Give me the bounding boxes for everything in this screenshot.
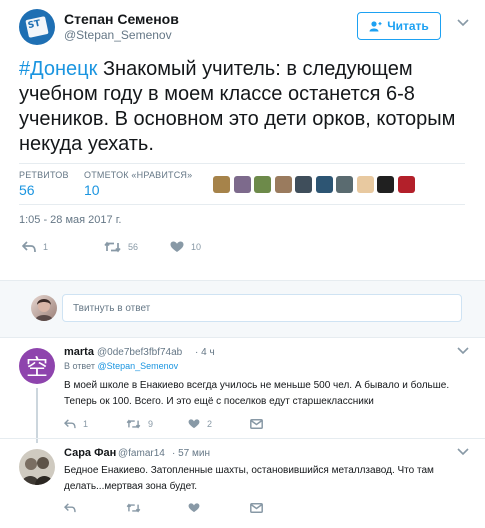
tweet-actions: 1 56 10 [22,241,201,253]
reply-display-name[interactable]: marta [64,346,94,358]
retweet-icon [126,503,141,513]
reply-options-chevron-icon[interactable] [457,445,469,459]
direct-message-action[interactable] [250,419,263,429]
liker-avatar[interactable] [254,176,271,193]
heart-icon [188,503,200,513]
reply-handle[interactable]: @0de7bef3fbf74ab [97,347,182,358]
reply-input[interactable]: Твитнуть в ответ [62,294,462,322]
reply-action[interactable]: 1 [22,241,104,253]
like-action[interactable]: 2 [188,419,250,429]
thread-connector [36,388,38,443]
author-avatar[interactable]: ST [19,9,55,45]
retweets-count[interactable]: 56 [19,182,35,198]
reply-options-chevron-icon[interactable] [457,344,469,358]
reply-actions: 1 9 2 [64,419,263,429]
tweet-text: #Донецк Знакомый учитель: в следующем уч… [19,57,469,157]
direct-message-action[interactable] [250,503,263,513]
reply-avatar[interactable] [19,449,55,485]
liker-avatar[interactable] [233,176,251,193]
reply-icon [64,419,76,429]
hashtag-link[interactable]: #Донецк [19,58,97,80]
likes-count[interactable]: 10 [84,182,100,198]
retweet-count: 9 [148,419,154,429]
liker-avatar[interactable] [377,176,394,193]
reply-actions [64,503,263,513]
liker-avatar[interactable] [336,176,353,193]
stats-divider-top [19,163,465,164]
stats-divider-bottom [19,204,465,205]
liker-avatar[interactable] [213,176,230,193]
reply-action[interactable]: 1 [64,419,126,429]
retweet-count: 56 [128,242,139,252]
reply-handle[interactable]: @famar14 [118,448,165,459]
envelope-icon [250,419,263,429]
liker-avatar[interactable] [397,176,415,193]
reply-avatar-glyph: 空 [19,348,55,384]
author-display-name[interactable]: Степан Семенов [64,11,179,27]
reply-text: В моей школе в Енакиево всегда училось н… [64,380,450,407]
add-user-icon [369,20,382,31]
reply-to-line: В ответ @Stepan_Semenov [64,361,178,371]
reply-avatar[interactable]: 空 [19,348,55,384]
liker-avatar[interactable] [356,176,374,193]
reply-action[interactable] [64,503,126,513]
reply-to-prefix: В ответ [64,361,95,371]
retweet-action[interactable]: 9 [126,419,188,429]
reply-time[interactable]: · 57 мин [172,448,210,459]
likes-label[interactable]: ОТМЕТОК «НРАВИТСЯ» [84,170,192,180]
envelope-icon [250,503,263,513]
follow-button[interactable]: Читать [357,12,441,40]
reply-tweet: 空 marta @0de7bef3fbf74ab · 4 ч В ответ @… [0,338,485,443]
author-handle[interactable]: @Stepan_Semenov [64,28,172,42]
like-action[interactable]: 10 [170,241,201,253]
reply-count: 1 [83,419,89,429]
reply-text: Бедное Енакиево. Затопленные шахты, оста… [64,465,434,492]
reply-icon [64,503,76,513]
liker-avatar[interactable] [315,176,333,193]
tweet-header: ST Степан Семенов @Stepan_Semenov Читать [0,0,485,50]
reply-tweet: Сара Фан @famar14 · 57 мин Бедное Енакие… [0,439,485,528]
retweet-action[interactable]: 56 [104,241,170,253]
reply-to-handle[interactable]: @Stepan_Semenov [97,361,178,371]
heart-icon [188,419,200,429]
reply-count: 1 [43,242,49,252]
retweet-icon [104,241,121,253]
retweet-action[interactable] [126,503,188,513]
more-options-chevron-icon[interactable] [457,16,469,30]
liker-avatar[interactable] [274,176,292,193]
follow-button-label: Читать [387,19,429,33]
tweet-timestamp[interactable]: 1:05 - 28 мая 2017 г. [19,214,121,226]
reply-icon [22,241,36,253]
retweet-icon [126,419,141,429]
like-count: 2 [207,419,213,429]
liker-avatar[interactable] [295,176,312,193]
reply-time[interactable]: · 4 ч [195,347,215,358]
heart-icon [170,241,184,252]
like-action[interactable] [188,503,250,513]
retweets-label[interactable]: РЕТВИТОВ [19,170,69,180]
like-count: 10 [191,242,202,252]
reply-display-name[interactable]: Сара Фан [64,447,116,459]
current-user-avatar [31,295,57,321]
reply-compose-area: Твитнуть в ответ [0,280,485,338]
